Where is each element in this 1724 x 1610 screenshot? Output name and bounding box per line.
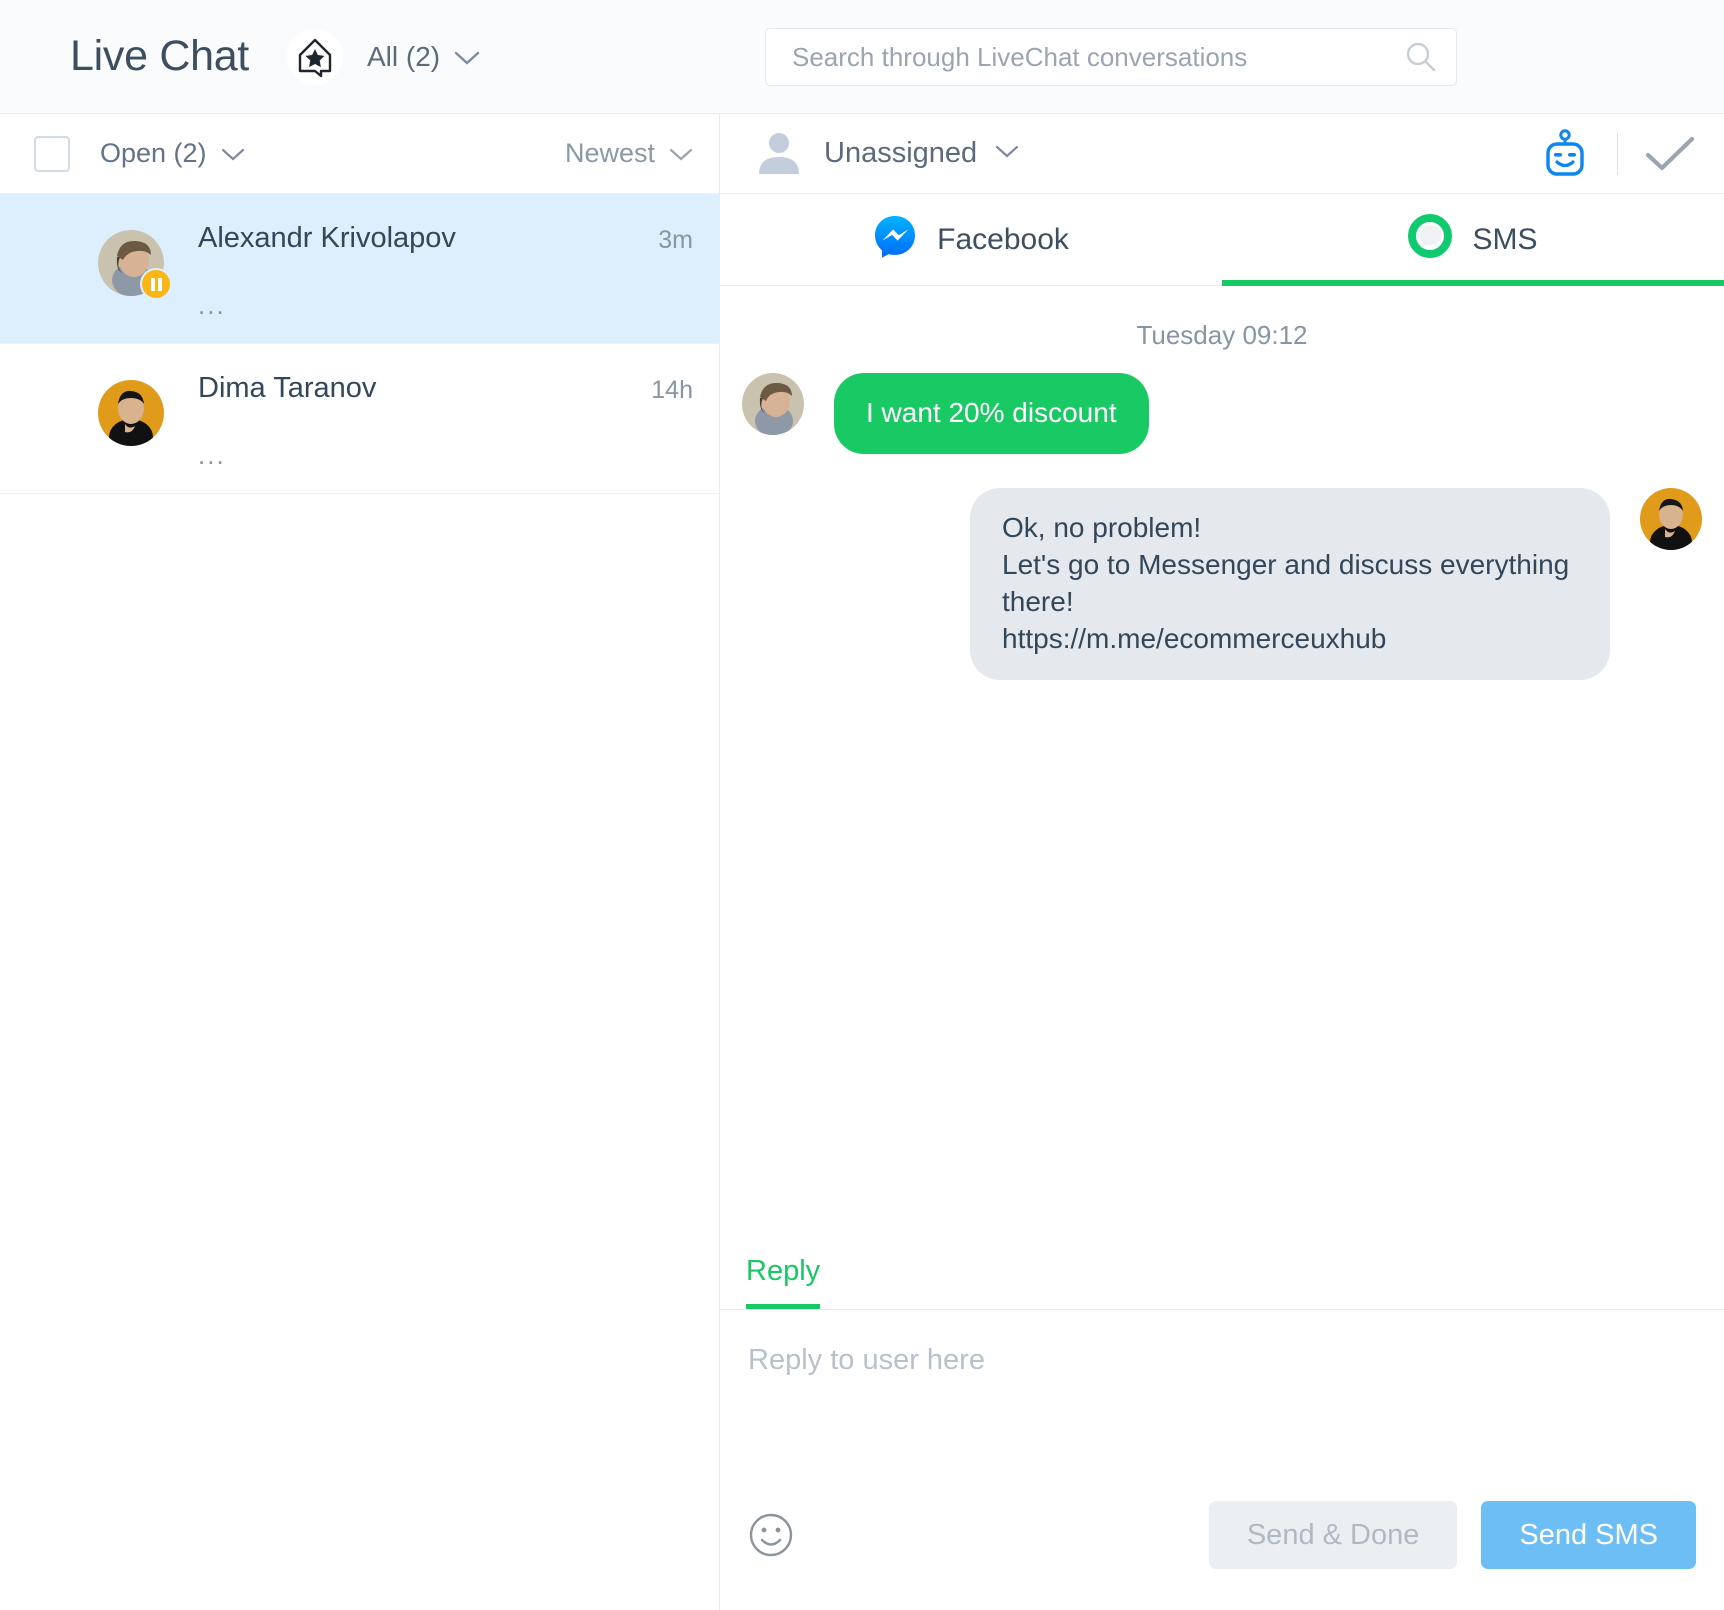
user-avatar-icon xyxy=(752,124,806,183)
tab-sms-label: SMS xyxy=(1472,222,1538,256)
list-item[interactable]: Dima Taranov ... 14h xyxy=(0,344,719,494)
sort-dropdown[interactable]: Newest xyxy=(565,138,693,169)
divider xyxy=(1617,132,1618,175)
tab-facebook-label: Facebook xyxy=(937,222,1069,256)
composer-tabs: Reply xyxy=(720,1238,1724,1310)
reply-input[interactable] xyxy=(748,1344,1696,1410)
chevron-down-icon xyxy=(454,41,480,73)
list-item-snippet: ... xyxy=(198,290,226,321)
status-filter-dropdown[interactable]: Open (2) xyxy=(100,138,245,169)
tab-reply[interactable]: Reply xyxy=(746,1255,821,1309)
channel-tabs: Facebook SMS xyxy=(720,194,1724,286)
house-star-icon xyxy=(286,28,343,85)
sort-label: Newest xyxy=(564,138,655,168)
select-all-checkbox[interactable] xyxy=(34,135,70,172)
all-filter-label: All (2) xyxy=(366,40,441,72)
all-filter-dropdown[interactable]: All (2) xyxy=(367,41,480,73)
message-row-incoming: I want 20% discount xyxy=(742,373,1702,454)
sms-bubble-icon xyxy=(1408,213,1453,266)
message-thread: Tuesday 09:12 I want 20% discount Ok, no… xyxy=(720,286,1724,1238)
conversation-header: Unassigned xyxy=(720,114,1724,194)
list-item-snippet: ... xyxy=(198,440,226,471)
avatar xyxy=(98,230,172,300)
smiley-icon[interactable] xyxy=(748,1512,794,1558)
assignee-dropdown[interactable]: Unassigned xyxy=(752,124,1019,183)
composer-actions: Send & Done Send SMS xyxy=(720,1460,1724,1610)
assignee-label: Unassigned xyxy=(824,137,978,169)
search-icon[interactable] xyxy=(1386,40,1456,74)
status-filter-label: Open (2) xyxy=(100,138,207,168)
messenger-icon xyxy=(873,214,917,266)
check-icon[interactable] xyxy=(1640,124,1700,184)
chevron-down-icon xyxy=(995,144,1019,164)
top-bar: Live Chat All (2) xyxy=(0,0,1724,114)
chevron-down-icon xyxy=(669,138,693,169)
tab-facebook[interactable]: Facebook xyxy=(720,194,1222,285)
tab-sms[interactable]: SMS xyxy=(1222,194,1724,286)
day-stamp: Tuesday 09:12 xyxy=(1136,320,1308,350)
message-bubble: I want 20% discount xyxy=(834,373,1149,454)
robot-icon[interactable] xyxy=(1535,124,1595,184)
list-item-name: Alexandr Krivolapov xyxy=(198,222,456,254)
composer-input-area xyxy=(720,1310,1724,1460)
send-sms-button[interactable]: Send SMS xyxy=(1481,1501,1696,1569)
chevron-down-icon xyxy=(221,138,245,169)
page-title: Live Chat xyxy=(70,32,249,80)
list-item-name: Dima Taranov xyxy=(198,372,377,404)
list-item-time: 14h xyxy=(651,376,693,404)
avatar xyxy=(98,380,164,446)
conversation-header-actions xyxy=(1535,124,1700,184)
live-chat-app: Live Chat All (2) Search through LiveCha… xyxy=(0,0,1724,1610)
conversation-panel: Unassigned Facebook SMS Tuesday 09:12 I … xyxy=(720,114,1724,1610)
list-item[interactable]: Alexandr Krivolapov ... 3m xyxy=(0,194,719,344)
pause-icon xyxy=(140,268,172,300)
search-bar[interactable] xyxy=(765,28,1457,86)
message-row-outgoing: Ok, no problem! Let's go to Messenger an… xyxy=(742,487,1702,680)
conversation-list-toolbar: Open (2) Newest xyxy=(0,114,719,194)
avatar xyxy=(742,373,804,435)
message-bubble: Ok, no problem! Let's go to Messenger an… xyxy=(970,487,1610,680)
send-and-done-button[interactable]: Send & Done xyxy=(1208,1501,1458,1569)
list-item-time: 3m xyxy=(658,226,693,254)
avatar xyxy=(1640,487,1702,550)
conversation-list-panel: Open (2) Newest Alexandr Krivolapov ... … xyxy=(0,114,720,1610)
search-input[interactable] xyxy=(766,41,1386,73)
